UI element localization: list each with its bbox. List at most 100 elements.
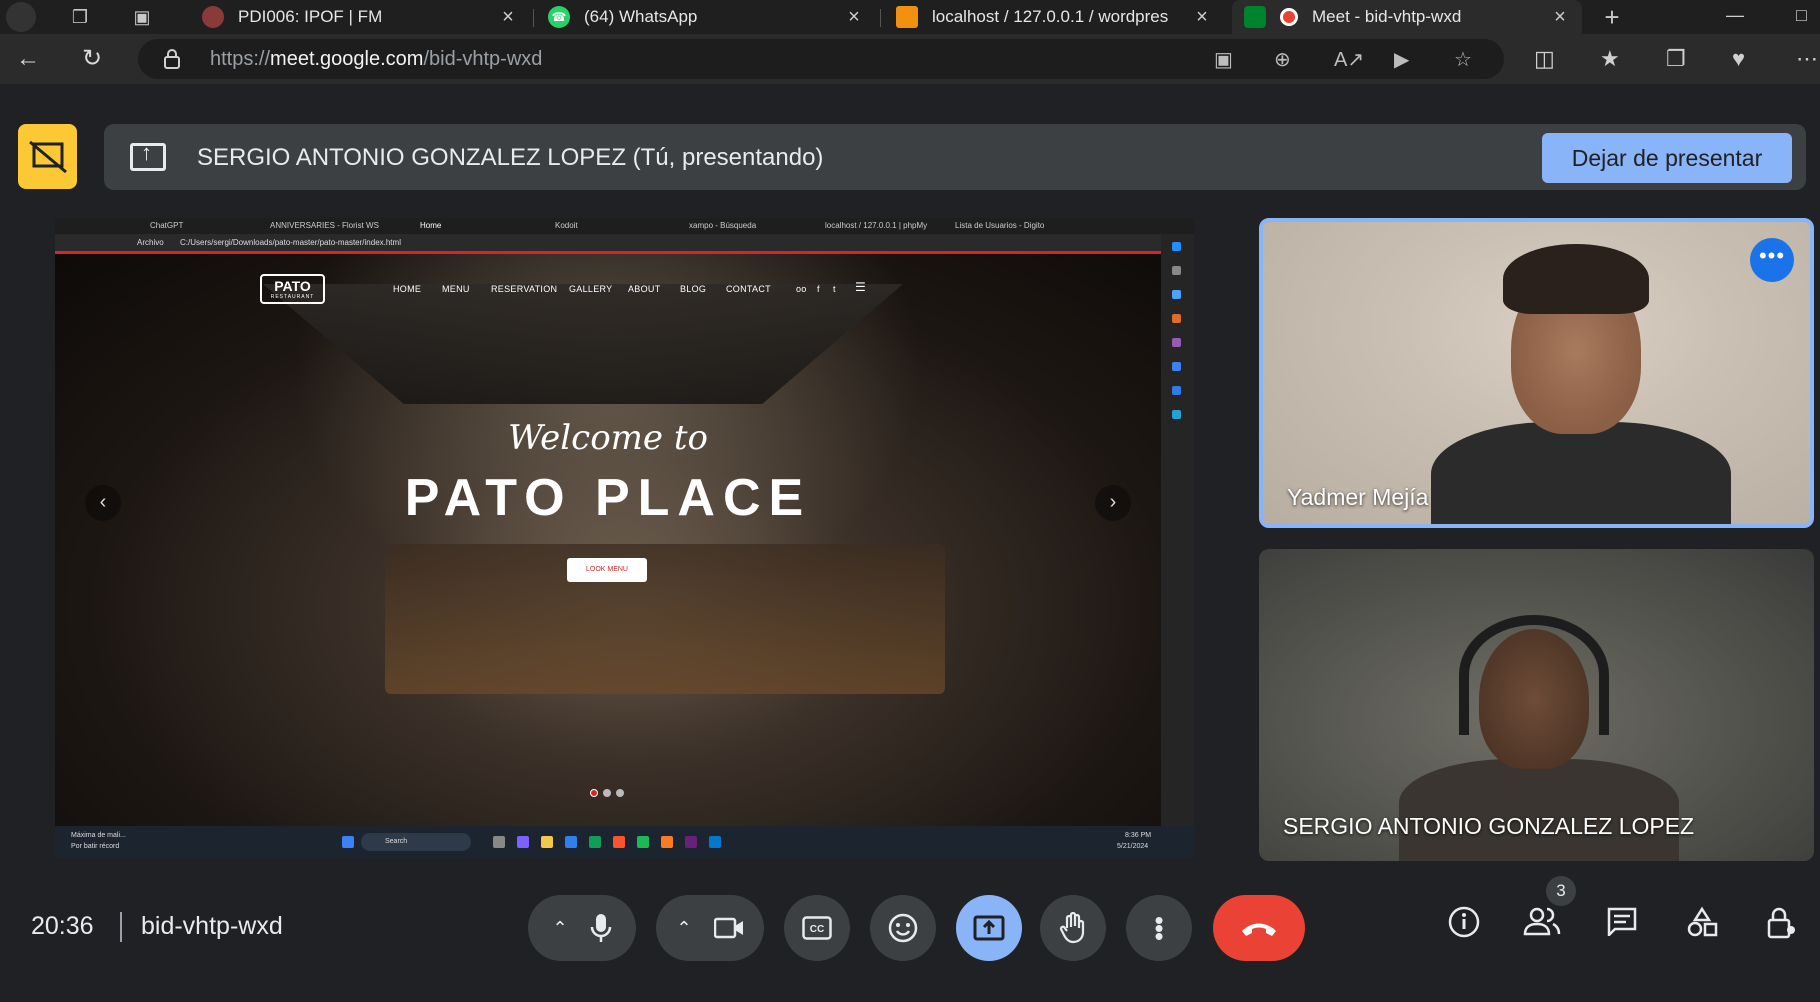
present-screen-icon[interactable] xyxy=(973,915,1005,941)
lock-person-icon[interactable] xyxy=(1766,906,1798,940)
vertical-dots-icon[interactable]: • • • xyxy=(1154,907,1163,949)
xampp-icon xyxy=(661,836,673,848)
lock-icon[interactable] xyxy=(164,49,180,69)
emoji-icon[interactable] xyxy=(888,913,918,943)
hero-counter-shape xyxy=(385,544,945,694)
profile-avatar-icon[interactable] xyxy=(6,2,36,32)
more-menu-icon[interactable]: ⋯ xyxy=(1796,46,1818,72)
shared-taskbar: Máxima de mali... Por batir récord Searc… xyxy=(55,826,1194,858)
tab-title: PDI006: IPOF | FM xyxy=(238,7,383,26)
divider xyxy=(120,912,122,942)
app-available-icon[interactable]: ▶ xyxy=(1394,47,1409,72)
taskbar-notice-2: Por batir récord xyxy=(71,843,120,850)
shared-tab: localhost / 127.0.0.1 | phpMy xyxy=(825,221,928,230)
url-bar[interactable]: https://meet.google.com/bid-vhtp-wxd ▣ ⊕… xyxy=(138,39,1504,79)
maximize-icon[interactable]: □ xyxy=(1796,5,1807,26)
raise-hand-button[interactable] xyxy=(1040,895,1106,961)
host-controls-button[interactable] xyxy=(1760,906,1804,948)
chevron-up-icon[interactable]: ⌃ xyxy=(552,918,567,939)
activities-button[interactable] xyxy=(1680,906,1724,946)
split-screen-icon[interactable]: ◫ xyxy=(1534,46,1555,72)
facebook-icon: f xyxy=(817,284,820,294)
reactions-button[interactable] xyxy=(870,895,936,961)
participant-tile-yadmer[interactable]: ••• Yadmer Mejía xyxy=(1259,218,1814,528)
slide-indicators xyxy=(590,789,624,797)
tab-localhost[interactable]: localhost / 127.0.0.1 / wordpres × xyxy=(884,0,1224,34)
chevron-up-icon[interactable]: ⌃ xyxy=(676,918,691,939)
microphone-icon[interactable] xyxy=(590,913,612,943)
tab-whatsapp[interactable]: ☎ (64) WhatsApp × xyxy=(536,0,876,34)
hang-up-icon[interactable] xyxy=(1239,919,1279,937)
tab-divider xyxy=(533,9,534,27)
leave-call-button[interactable] xyxy=(1213,895,1305,961)
people-icon[interactable] xyxy=(1523,906,1561,936)
telegram-icon xyxy=(1172,410,1181,419)
workspaces-icon[interactable]: ❐ xyxy=(68,5,92,29)
close-tab-icon[interactable]: × xyxy=(842,6,866,29)
tab-meet[interactable]: Meet - bid-vhtp-wxd × xyxy=(1232,0,1582,34)
meet-icon xyxy=(1244,6,1266,28)
taskbar-search: Search xyxy=(361,833,471,851)
restaurant-logo: PATO RESTAURANT xyxy=(260,274,325,304)
meeting-clock: 20:36 xyxy=(31,912,94,940)
tripadvisor-icon: oo xyxy=(796,284,807,294)
tab-actions-icon[interactable]: ▣ xyxy=(130,5,154,29)
minimize-icon[interactable]: — xyxy=(1726,5,1744,26)
shared-nav-home: HOME xyxy=(393,284,422,294)
games-icon xyxy=(1172,338,1181,347)
info-icon[interactable] xyxy=(1448,906,1480,938)
chat-button[interactable] xyxy=(1600,906,1644,944)
chat-icon[interactable] xyxy=(1606,906,1638,939)
collections-icon[interactable]: ❐ xyxy=(1666,46,1686,72)
restaurant-hero: PATO RESTAURANT HOME MENU RESERVATION GA… xyxy=(55,254,1161,826)
closed-captions-icon[interactable]: CC xyxy=(802,916,832,940)
zoom-icon[interactable]: ⊕ xyxy=(1274,47,1291,72)
captions-button[interactable]: CC xyxy=(784,895,850,961)
read-aloud-icon[interactable]: A↗ xyxy=(1334,47,1364,72)
tab-favicon-icon xyxy=(202,6,224,28)
stop-presenting-button[interactable]: Dejar de presentar xyxy=(1542,133,1792,183)
back-arrow-icon[interactable]: ← xyxy=(16,46,40,72)
people-button[interactable] xyxy=(1520,906,1564,944)
slide-dot xyxy=(590,789,598,797)
favorite-star-icon[interactable]: ☆ xyxy=(1454,47,1472,72)
shared-tab: Lista de Usuarios - Digito xyxy=(955,221,1045,230)
taskbar-date: 5/21/2024 xyxy=(1117,843,1149,850)
video-camera-icon[interactable] xyxy=(713,917,744,939)
whatsapp-icon: ☎ xyxy=(548,6,570,28)
url-text[interactable]: https://meet.google.com/bid-vhtp-wxd xyxy=(210,48,542,71)
meeting-info-icon[interactable] xyxy=(1442,906,1486,946)
refresh-icon[interactable]: ↻ xyxy=(82,46,102,72)
browser-essentials-icon[interactable]: ♥ xyxy=(1732,46,1745,72)
present-button[interactable] xyxy=(956,895,1022,961)
close-tab-icon[interactable]: × xyxy=(1190,6,1214,29)
new-tab-icon[interactable]: + xyxy=(1600,4,1624,30)
url-path: /bid-vhtp-wxd xyxy=(423,48,543,70)
participant-tile-sergio[interactable]: SERGIO ANTONIO GONZALEZ LOPEZ xyxy=(1259,549,1814,861)
close-tab-icon[interactable]: × xyxy=(496,6,520,29)
shared-tab-bar: ChatGPT ANNIVERSARIES - Florist WS Home … xyxy=(55,218,1194,234)
more-options-icon[interactable]: ••• xyxy=(1750,238,1794,282)
close-tab-icon[interactable]: × xyxy=(1548,6,1572,29)
camera-icon[interactable]: ▣ xyxy=(1214,47,1233,72)
tab-pdi006[interactable]: PDI006: IPOF | FM × xyxy=(190,0,530,34)
shared-nav-contact: CONTACT xyxy=(726,284,771,294)
participant-name: Yadmer Mejía xyxy=(1287,484,1429,510)
favorites-icon[interactable]: ★ xyxy=(1600,46,1620,72)
browser-tab-bar: ❐ ▣ PDI006: IPOF | FM × ☎ (64) WhatsApp … xyxy=(0,0,1820,34)
shared-tab: Home xyxy=(420,221,442,230)
shopping-icon xyxy=(1172,314,1181,323)
shapes-icon[interactable] xyxy=(1686,906,1718,938)
camera-control[interactable]: ⌃ xyxy=(656,895,764,961)
svg-text:CC: CC xyxy=(810,924,824,935)
tab-divider xyxy=(880,9,881,27)
shared-addr-label: Archivo xyxy=(137,238,164,247)
hand-icon[interactable] xyxy=(1059,912,1087,944)
more-options-button[interactable]: • • • xyxy=(1126,895,1192,961)
url-scheme: https:// xyxy=(210,48,271,70)
presentation-off-icon[interactable] xyxy=(18,124,77,189)
windows-start-icon xyxy=(342,836,354,848)
hero-welcome: Welcome to xyxy=(508,418,708,458)
mic-control[interactable]: ⌃ xyxy=(528,895,636,961)
copilot-icon xyxy=(1172,242,1181,251)
